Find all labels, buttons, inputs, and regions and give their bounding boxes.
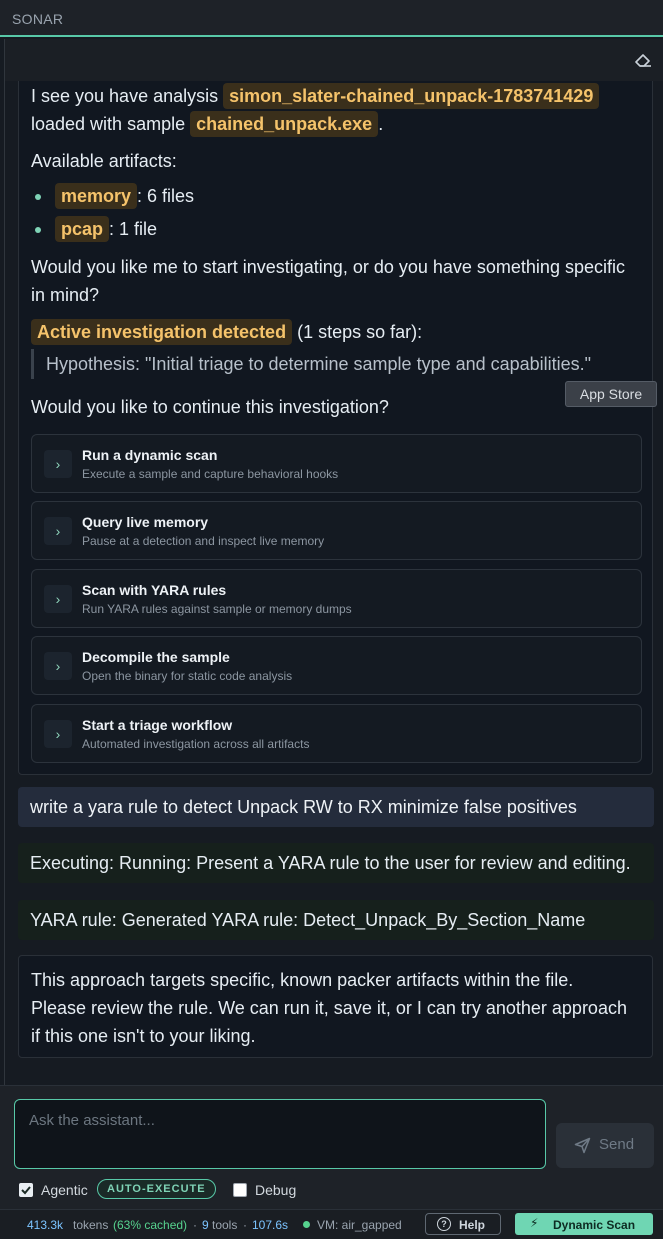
hypothesis-quote: Hypothesis: "Initial triage to determine…	[31, 349, 631, 379]
separator: ·	[193, 1218, 197, 1232]
action-desc: Run YARA rules against sample or memory …	[82, 602, 352, 616]
help-label: Help	[459, 1218, 486, 1232]
action-desc: Automated investigation across all artif…	[82, 737, 310, 751]
send-icon	[574, 1137, 591, 1154]
artifact-name-chip: memory	[55, 183, 138, 209]
eraser-icon[interactable]	[633, 51, 653, 69]
auto-execute-badge: AUTO-EXECUTE	[97, 1179, 216, 1199]
intro-suffix: .	[378, 114, 384, 134]
app-store-tooltip[interactable]: App Store	[565, 381, 657, 407]
final-line-2: Please review the rule. We can run it, s…	[31, 998, 627, 1018]
debug-option[interactable]: Debug	[233, 1180, 313, 1202]
send-label: Send	[599, 1136, 635, 1153]
separator: ·	[243, 1218, 247, 1232]
final-line-3: if this one isn't to your liking.	[31, 1026, 256, 1046]
action-desc: Pause at a detection and inspect live me…	[82, 534, 325, 548]
action-desc: Execute a sample and capture behavioral …	[82, 467, 339, 481]
debug-label: Debug	[255, 1182, 297, 1198]
status-dot-icon	[303, 1221, 310, 1228]
assistant-message: I see you have analysis simon_slater-cha…	[18, 81, 653, 775]
action-title: Decompile the sample	[82, 649, 230, 665]
cache-ratio: (63% cached)	[113, 1218, 188, 1232]
action-run-dynamic-scan[interactable]: › Run a dynamic scan Execute a sample an…	[31, 434, 642, 493]
debug-checkbox[interactable]	[233, 1183, 247, 1197]
final-message-text: This approach targets specific, known pa…	[31, 966, 643, 1050]
action-title: Run a dynamic scan	[82, 447, 218, 463]
chevron-right-icon: ›	[44, 585, 72, 613]
action-decompile-sample[interactable]: › Decompile the sample Open the binary f…	[31, 636, 642, 695]
elapsed-time: 107.6s	[252, 1218, 289, 1232]
question-line-2: in mind?	[31, 285, 100, 305]
artifact-item: pcap: 1 file	[55, 215, 157, 243]
assistant-input[interactable]	[14, 1099, 546, 1169]
status-message-yara: YARA rule: Generated YARA rule: Detect_U…	[18, 900, 654, 940]
action-title: Start a triage workflow	[82, 717, 233, 733]
continue-question: Would you like to continue this investig…	[31, 397, 389, 417]
artifacts-heading: Available artifacts:	[31, 151, 177, 171]
analysis-id-chip: simon_slater-chained_unpack-1783741429	[223, 83, 600, 109]
action-title: Scan with YARA rules	[82, 582, 227, 598]
investigation-steps: (1 steps so far):	[297, 322, 423, 342]
artifact-name-chip: pcap	[55, 216, 110, 242]
vm-status: VM: air_gapped	[317, 1218, 402, 1232]
sample-name-chip: chained_unpack.exe	[190, 111, 379, 137]
token-count: 413.3k	[27, 1218, 64, 1232]
artifact-item: memory: 6 files	[55, 182, 194, 210]
bolt-icon: ⚡	[530, 1216, 539, 1230]
assistant-final-message: This approach targets specific, known pa…	[18, 955, 653, 1058]
dynamic-scan-button[interactable]: ⚡ Dynamic Scan	[515, 1213, 653, 1235]
final-line-1: This approach targets specific, known pa…	[31, 970, 574, 990]
app-title: SONAR	[12, 11, 64, 27]
help-button[interactable]: ? Help	[425, 1213, 501, 1235]
action-query-live-memory[interactable]: › Query live memory Pause at a detection…	[31, 501, 642, 560]
chevron-right-icon: ›	[44, 720, 72, 748]
send-button[interactable]: Send	[556, 1123, 654, 1168]
action-start-triage[interactable]: › Start a triage workflow Automated inve…	[31, 704, 642, 763]
action-scan-yara[interactable]: › Scan with YARA rules Run YARA rules ag…	[31, 569, 642, 628]
chevron-right-icon: ›	[44, 450, 72, 478]
help-icon: ?	[437, 1217, 451, 1231]
chevron-right-icon: ›	[44, 517, 72, 545]
chat-toolbar	[4, 39, 663, 81]
artifact-count: : 6 files	[137, 186, 195, 206]
intro-line-1: I see you have analysis simon_slater-cha…	[31, 82, 600, 110]
composer: Send Agentic AUTO-EXECUTE Debug	[0, 1085, 663, 1209]
action-title: Query live memory	[82, 514, 209, 530]
bullet-icon	[35, 194, 41, 200]
tool-count: 9	[202, 1218, 209, 1232]
intro-prefix: I see you have analysis	[31, 86, 219, 106]
agentic-checkbox[interactable]	[19, 1183, 33, 1197]
investigation-badge: Active investigation detected	[31, 319, 293, 345]
tokens-label: tokens	[73, 1218, 109, 1232]
chevron-right-icon: ›	[44, 652, 72, 680]
question-line-1: Would you like me to start investigating…	[31, 257, 625, 277]
chat-scroll-area[interactable]: I see you have analysis simon_slater-cha…	[4, 81, 663, 1085]
bullet-icon	[35, 227, 41, 233]
status-message-executing: Executing: Running: Present a YARA rule …	[18, 843, 654, 883]
investigation-line: Active investigation detected (1 steps s…	[31, 318, 422, 346]
intro-line-2: loaded with sample chained_unpack.exe.	[31, 110, 383, 138]
agentic-label: Agentic	[41, 1182, 88, 1198]
action-desc: Open the binary for static code analysis	[82, 669, 293, 683]
title-bar: SONAR	[0, 0, 663, 37]
checkmark-icon	[21, 1186, 31, 1195]
status-footer: 413.3k tokens (63% cached) · 9 tools · 1…	[0, 1209, 663, 1239]
app-root: SONAR I see you have analysis simon_slat…	[0, 0, 663, 1239]
user-message: write a yara rule to detect Unpack RW to…	[18, 787, 654, 827]
tools-label: tools	[212, 1218, 238, 1232]
dynamic-scan-label: Dynamic Scan	[553, 1218, 636, 1232]
agentic-option[interactable]: Agentic	[19, 1180, 99, 1202]
intro-mid: loaded with sample	[31, 114, 186, 134]
artifact-count: : 1 file	[109, 219, 158, 239]
